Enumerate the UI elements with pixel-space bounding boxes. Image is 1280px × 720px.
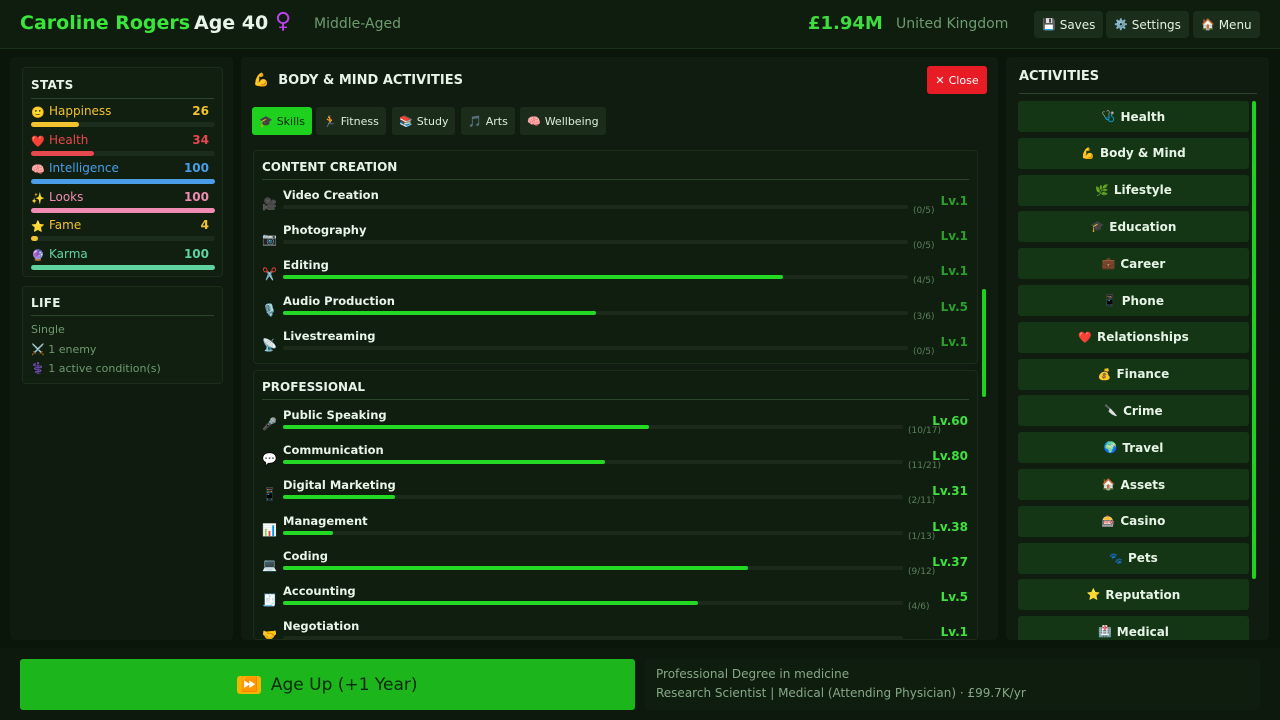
activity-crime[interactable]: 🔪 Crime <box>1018 395 1249 427</box>
activity-education[interactable]: 🎓 Education <box>1018 211 1249 243</box>
casino-icon: 🎰 <box>1101 514 1116 528</box>
activities-divider <box>1019 93 1257 94</box>
activities-scrollbar[interactable] <box>1252 101 1256 579</box>
activity-reputation[interactable]: ⭐ Reputation <box>1018 579 1249 611</box>
crime-icon: 🔪 <box>1104 404 1119 418</box>
country-label: United Kingdom <box>896 16 1009 32</box>
flexed-bicep-icon: 💪 <box>253 73 270 88</box>
activity-label: Finance <box>1116 367 1170 382</box>
activity-label: Lifestyle <box>1113 183 1172 198</box>
activity-health[interactable]: 🩺 Health <box>1018 101 1249 132</box>
activity-label: Crime <box>1123 403 1163 418</box>
saves-button[interactable]: 💾 Saves <box>1034 11 1104 38</box>
saves-button-label: Saves <box>1059 17 1096 32</box>
age-up-button[interactable]: ⏩ Age Up (+1 Year) <box>20 659 635 710</box>
activity-pets[interactable]: 🐾 Pets <box>1018 542 1249 574</box>
medical-icon: 🏥 <box>1098 625 1112 639</box>
close-button-label: Close <box>948 73 979 87</box>
activity-finance[interactable]: 💰 Finance <box>1018 358 1249 390</box>
activity-label: Casino <box>1120 514 1166 529</box>
lifestyle-icon: 🌿 <box>1095 183 1109 197</box>
activity-label: Pets <box>1127 551 1158 566</box>
activity-casino[interactable]: 🎰 Casino <box>1018 505 1249 537</box>
activity-medical[interactable]: 🏥 Medical <box>1018 616 1249 640</box>
life-stage-label: Middle-Aged <box>314 16 401 32</box>
assets-icon: 🏠 <box>1101 478 1116 491</box>
career-icon: 💼 <box>1101 257 1116 271</box>
activity-label: Relationships <box>1096 330 1189 345</box>
activity-assets[interactable]: 🏠 Assets <box>1018 469 1249 500</box>
home-icon: 🏠 <box>1201 18 1215 31</box>
gear-icon: ⚙️ <box>1114 18 1128 31</box>
activity-label: Career <box>1120 256 1166 271</box>
activity-label: Education <box>1109 219 1177 234</box>
activity-label: Travel <box>1122 440 1164 455</box>
menu-button-label: Menu <box>1218 17 1252 32</box>
floppy-disk-icon: 💾 <box>1042 18 1056 31</box>
settings-button[interactable]: ⚙️ Settings <box>1106 11 1189 38</box>
activity-label: Assets <box>1120 477 1166 492</box>
job-text: Research Scientist | Medical (Attending … <box>656 686 1026 700</box>
settings-button-label: Settings <box>1131 17 1181 32</box>
age-up-label: Age Up (+1 Year) <box>270 674 418 695</box>
fast-forward-icon: ⏩ <box>237 675 261 694</box>
activity-career[interactable]: 💼 Career <box>1018 248 1249 280</box>
activity-label: Medical <box>1116 624 1169 639</box>
activity-panel-title: 💪 BODY & MIND ACTIVITIES <box>253 73 463 88</box>
stats-title: STATS <box>31 78 74 92</box>
close-button[interactable]: ✕ Close <box>927 66 987 94</box>
travel-icon: 🌍 <box>1103 441 1118 455</box>
activity-phone[interactable]: 📱 Phone <box>1018 285 1249 316</box>
activity-body-mind[interactable]: 💪 Body & Mind <box>1018 137 1249 169</box>
activity-label: Health <box>1120 109 1166 124</box>
character-name: Caroline Rogers <box>20 12 191 34</box>
menu-button[interactable]: 🏠 Menu <box>1193 11 1260 38</box>
character-age: Age 40 <box>194 12 269 34</box>
pets-icon: 🐾 <box>1109 551 1123 565</box>
activity-label: Body & Mind <box>1099 146 1186 161</box>
activity-lifestyle[interactable]: 🌿 Lifestyle <box>1018 174 1249 206</box>
female-gender-icon: ♀ <box>275 9 292 34</box>
close-icon: ✕ <box>935 73 945 87</box>
activity-label: Reputation <box>1105 587 1181 602</box>
education-icon: 🎓 <box>1090 220 1105 234</box>
phone-icon: 📱 <box>1103 294 1117 307</box>
activity-travel[interactable]: 🌍 Travel <box>1018 432 1249 464</box>
degree-text: Professional Degree in medicine <box>656 667 850 681</box>
relationships-icon: ❤️ <box>1078 330 1092 344</box>
money-balance: £1.94M <box>808 13 883 34</box>
activity-panel-title-text: BODY & MIND ACTIVITIES <box>278 73 463 88</box>
health-icon: 🩺 <box>1101 110 1116 123</box>
finance-icon: 💰 <box>1097 367 1112 381</box>
activity-label: Phone <box>1121 293 1164 308</box>
activity-relationships[interactable]: ❤️ Relationships <box>1018 321 1249 353</box>
body-mind-icon: 💪 <box>1081 146 1095 160</box>
reputation-icon: ⭐ <box>1086 588 1101 602</box>
activities-title: ACTIVITIES <box>1019 69 1100 84</box>
